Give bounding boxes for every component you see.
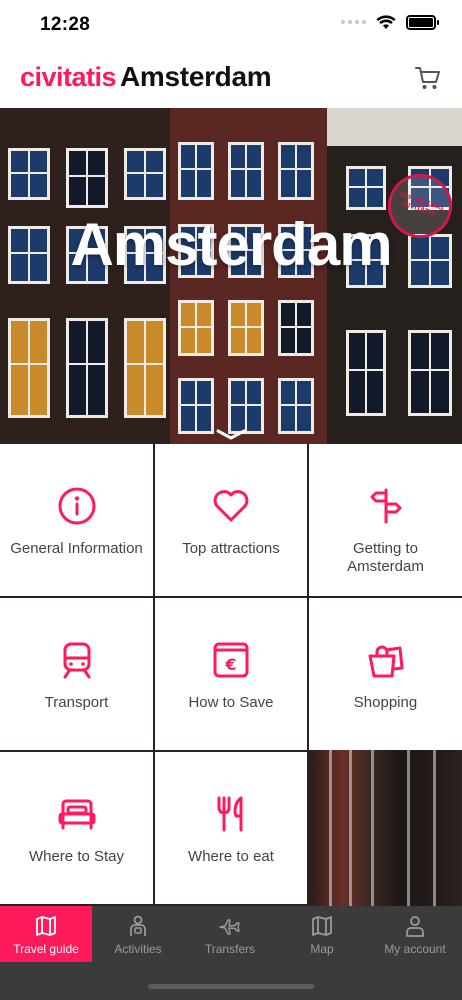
window: [278, 300, 314, 356]
train-icon: [63, 642, 90, 679]
info-icon: [58, 487, 95, 525]
brand-logo[interactable]: civitatis: [20, 62, 117, 93]
guide-person-icon: [130, 915, 146, 936]
tile-label: General Information: [10, 540, 143, 557]
nav-label: My account: [384, 942, 446, 956]
window: [124, 318, 166, 418]
nav-label: Travel guide: [13, 942, 79, 956]
heart-icon: [213, 490, 249, 522]
svg-text:€: €: [224, 655, 236, 674]
city-title: Amsterdam: [120, 61, 272, 92]
category-grid: General Information Top attractions Gett…: [0, 444, 462, 906]
tile-shopping[interactable]: Shopping: [309, 598, 462, 750]
tile-top-attractions[interactable]: Top attractions: [155, 444, 307, 596]
nav-my-account[interactable]: My account: [368, 906, 462, 962]
window: [408, 330, 452, 416]
window: [228, 142, 264, 200]
status-bar: 12:28: [0, 0, 462, 50]
window: [178, 142, 214, 200]
chevron-down-icon[interactable]: [215, 428, 247, 442]
tile-getting-to-amsterdam[interactable]: Getting to Amsterdam: [309, 444, 462, 596]
tile-how-to-save[interactable]: € How to Save: [155, 598, 307, 750]
plane-icon: [219, 919, 240, 935]
tile-label: Top attractions: [182, 540, 280, 557]
signal-dots-icon: [341, 20, 366, 24]
window: [346, 330, 386, 416]
tile-transport[interactable]: Transport: [0, 598, 153, 750]
signpost-icon: [370, 488, 401, 524]
nav-label: Map: [310, 942, 334, 956]
window: [178, 300, 214, 356]
user-icon: [406, 916, 424, 937]
tile-where-to-stay[interactable]: Where to Stay: [0, 752, 153, 904]
window: [8, 318, 50, 418]
window: [278, 378, 314, 434]
nav-activities[interactable]: Activities: [92, 906, 184, 962]
status-time: 12:28: [40, 14, 91, 35]
cart-icon[interactable]: [414, 64, 442, 92]
window: [278, 142, 314, 200]
window: [228, 300, 264, 356]
map-icon: [312, 916, 332, 936]
nav-label: Activities: [114, 942, 162, 956]
tile-label: Where to eat: [188, 848, 274, 865]
tile-label: Transport: [44, 694, 109, 711]
tile-label: Where to Stay: [28, 848, 125, 865]
battery-icon: [406, 14, 439, 30]
tile-where-to-eat[interactable]: Where to eat: [155, 752, 307, 904]
map-book-icon: [36, 916, 56, 936]
window: [228, 378, 264, 434]
fork-knife-icon: [217, 796, 243, 832]
nav-transfers[interactable]: Transfers: [184, 906, 276, 962]
status-icons: [341, 14, 439, 30]
building-cornice: [327, 108, 462, 146]
nav-label: Transfers: [204, 942, 256, 956]
home-indicator: [148, 984, 314, 989]
window: [66, 318, 108, 418]
euro-wallet-icon: €: [213, 642, 249, 678]
nav-travel-guide[interactable]: Travel guide: [0, 906, 92, 962]
tile-label: Getting to Amsterdam: [347, 540, 424, 575]
tile-label: Shopping: [353, 694, 418, 711]
background-photo: [309, 750, 462, 906]
shopping-bags-icon: [368, 645, 403, 678]
tile-label: How to Save: [188, 694, 274, 711]
window: [8, 148, 50, 200]
hero-banner: Amsterdam TOP SELLING CIVITATIS: [0, 108, 462, 444]
window: [346, 166, 386, 210]
wifi-icon: [376, 15, 396, 29]
window: [66, 148, 108, 208]
tile-general-information[interactable]: General Information: [0, 444, 153, 596]
bed-icon: [58, 799, 95, 830]
nav-map[interactable]: Map: [276, 906, 368, 962]
window: [178, 378, 214, 434]
app-header: civitatis Amsterdam: [0, 50, 462, 108]
window: [124, 148, 166, 200]
